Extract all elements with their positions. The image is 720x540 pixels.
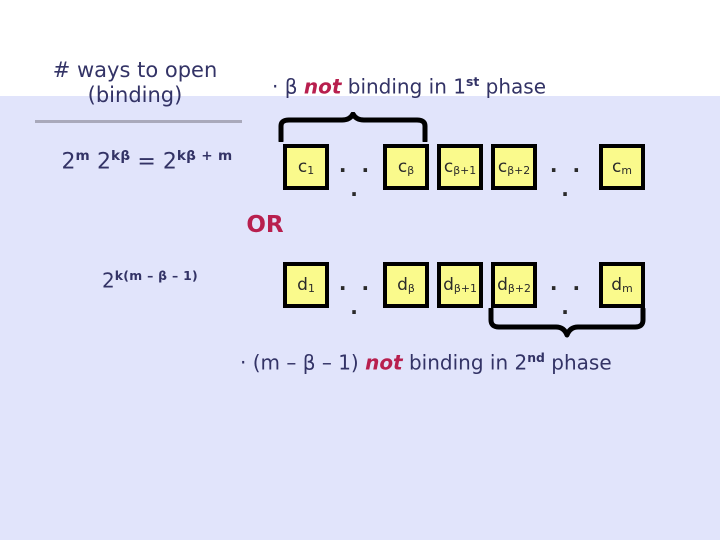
cell-c-m: cm — [599, 144, 645, 190]
or-label: OR — [246, 212, 284, 238]
cell-c-beta-sub: β — [407, 163, 415, 177]
cell-d-beta-plus-2-sub: β+2 — [507, 281, 531, 295]
c-row: c1 · · · cβ c β+1 c β+2 · · · cm — [0, 144, 720, 206]
cell-d-beta-plus-2-base: d — [497, 274, 508, 295]
cell-d-beta: dβ — [383, 262, 429, 308]
caption-top-suffix: phase — [479, 74, 547, 99]
d-row-ellipsis-left: · · · — [338, 276, 374, 324]
cell-d-beta-plus-2: d β+2 — [491, 262, 537, 308]
brace-first-phase — [276, 111, 432, 146]
caption-first-phase: · β not binding in 1st phase — [272, 74, 546, 99]
cell-d-1-sub: 1 — [307, 281, 315, 295]
cell-c-beta-plus-1-base: c — [443, 156, 454, 177]
cell-d-beta-sub: β — [407, 281, 415, 295]
d-row: d1 · · · dβ d β+1 d β+2 · · · dm — [0, 262, 720, 324]
cell-d-beta-base: d — [397, 274, 408, 295]
cell-c-beta-plus-2: c β+2 — [491, 144, 537, 190]
panel-heading: # ways to open (binding) — [20, 58, 250, 108]
cell-c-1-sub: 1 — [307, 163, 315, 177]
cell-c-m-base: c — [612, 156, 622, 177]
caption-top-prefix: · β — [272, 74, 304, 99]
cell-c-beta: cβ — [383, 144, 429, 190]
caption-bottom-prefix: · (m – β – 1) — [240, 350, 366, 375]
cell-c-beta-plus-2-base: c — [497, 156, 508, 177]
cell-d-m-sub: m — [622, 281, 633, 295]
heading-line-2: (binding) — [87, 83, 183, 107]
caption-bottom-suffix: phase — [544, 350, 612, 375]
c-row-ellipsis-right: · · · — [549, 158, 585, 206]
brace-second-phase — [486, 306, 650, 344]
cell-d-1: d1 — [283, 262, 329, 308]
cell-d-m-base: d — [611, 274, 623, 295]
cell-c-beta-base: c — [397, 156, 408, 177]
cell-d-beta-plus-1: d β+1 — [437, 262, 483, 308]
cell-d-1-base: d — [297, 274, 308, 295]
cell-c-beta-plus-2-sub: β+2 — [507, 163, 531, 177]
slide-canvas: # ways to open (binding) 2m 2kβ = 2kβ + … — [0, 0, 720, 540]
cell-c-1: c1 — [283, 144, 329, 190]
caption-top-emphasis: not — [303, 74, 342, 99]
cell-c-1-base: c — [297, 156, 308, 177]
cell-c-m-sub: m — [621, 163, 632, 177]
caption-bottom-emphasis: not — [365, 350, 403, 375]
cell-d-beta-plus-1-sub: β+1 — [453, 281, 477, 295]
cell-d-m: dm — [599, 262, 645, 308]
heading-divider — [35, 120, 242, 123]
caption-top-middle: binding in 1 — [341, 74, 466, 99]
c-row-ellipsis-left: · · · — [338, 158, 374, 206]
heading-line-1: # ways to open — [52, 58, 218, 82]
caption-top-ordinal: st — [465, 74, 480, 89]
caption-bottom-middle: binding in 2 — [402, 350, 528, 375]
cell-c-beta-plus-1-sub: β+1 — [453, 163, 477, 177]
cell-d-beta-plus-1-base: d — [443, 274, 454, 295]
cell-c-beta-plus-1: c β+1 — [437, 144, 483, 190]
caption-bottom-ordinal: nd — [527, 350, 545, 365]
caption-second-phase: · (m – β – 1) not binding in 2nd phase — [240, 350, 612, 375]
